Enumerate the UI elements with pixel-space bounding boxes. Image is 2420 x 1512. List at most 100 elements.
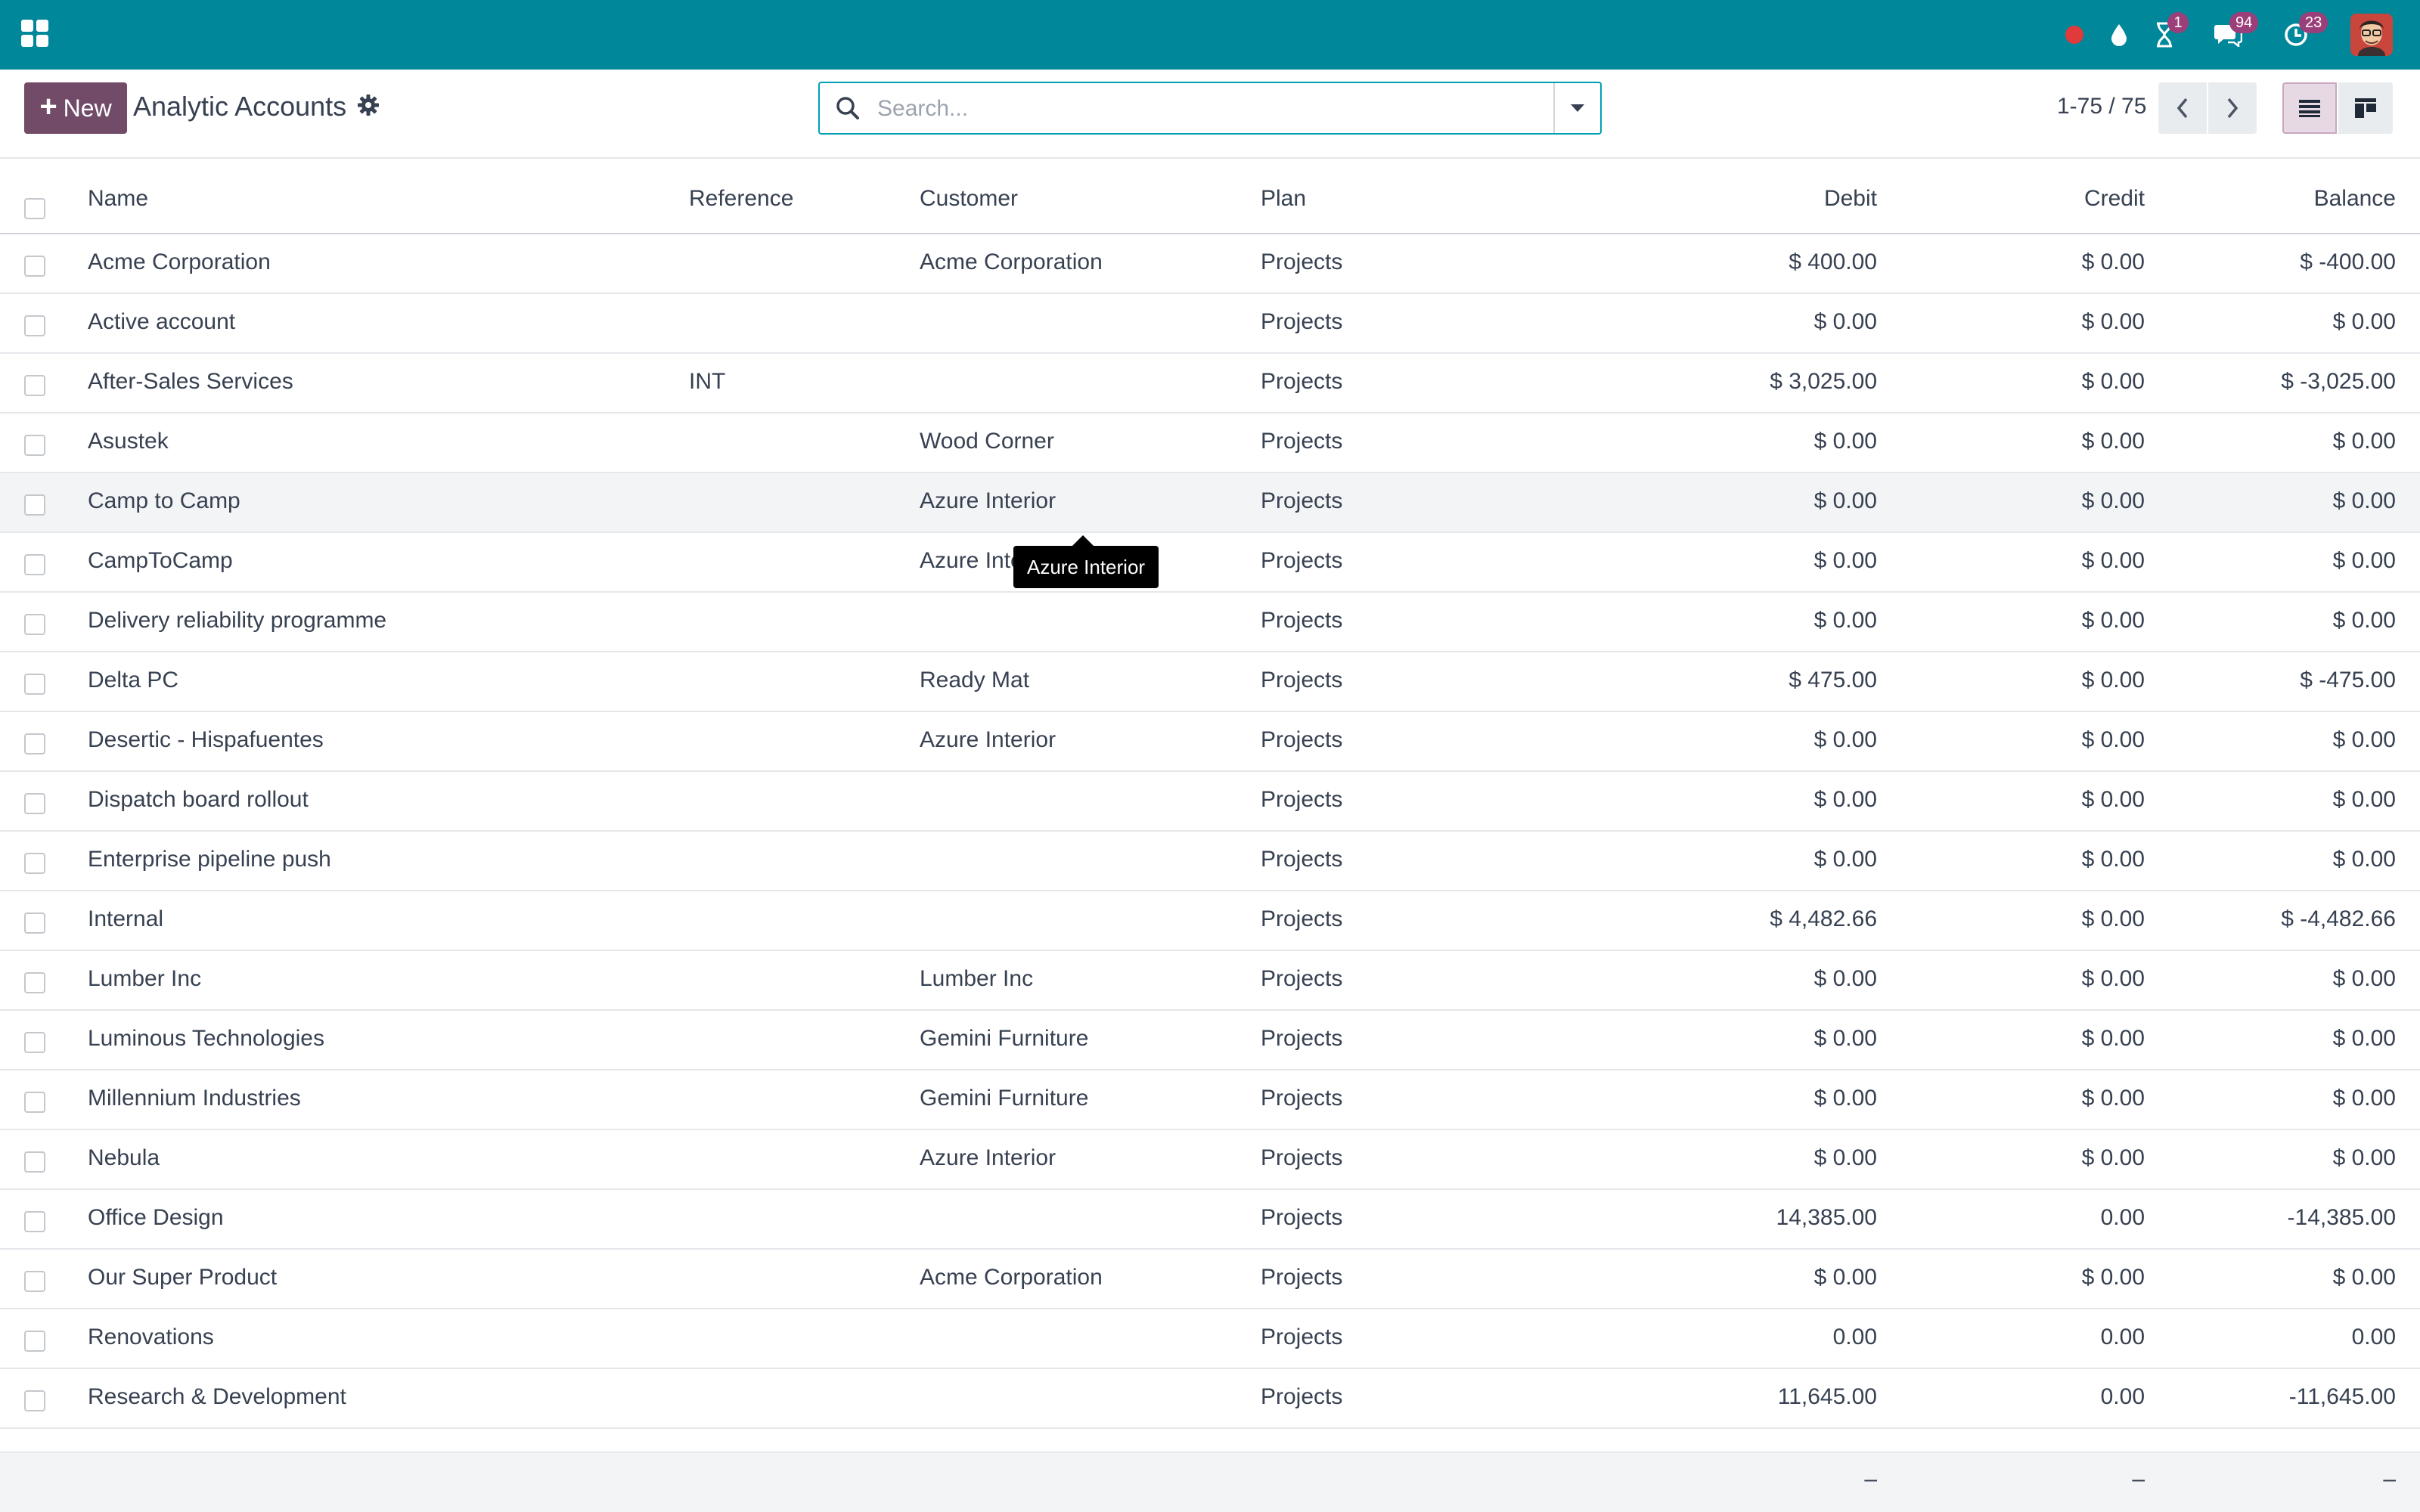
column-header-name[interactable]: Name [88, 186, 148, 212]
search-bar[interactable] [818, 82, 1602, 135]
row-debit: $ 4,482.66 [1770, 906, 1877, 931]
table-row[interactable]: Enterprise pipeline push Projects $ 0.00 $ … [0, 832, 2420, 891]
activities-button[interactable]: 1 [2149, 0, 2189, 70]
tooltip: Azure Interior [1013, 546, 1159, 588]
row-checkbox[interactable] [24, 912, 45, 934]
row-checkbox[interactable] [24, 793, 45, 814]
table-row[interactable]: Active account Projects $ 0.00 $ 0.00 $ 0.00 [0, 294, 2420, 354]
row-name: Asustek [88, 429, 169, 454]
row-checkbox[interactable] [24, 1390, 45, 1411]
pager-value[interactable]: 1-75 / 75 [2057, 94, 2146, 119]
table-row[interactable]: Acme Corporation Acme Corporation Projects… [0, 234, 2420, 294]
table-row[interactable]: Lumber Inc Lumber Inc Projects $ 0.00 $ 0.00… [0, 951, 2420, 1011]
table-row[interactable]: Renovations Projects 0.00 0.00 0.00 [0, 1309, 2420, 1369]
row-checkbox[interactable] [24, 614, 45, 635]
column-header-credit[interactable]: Credit [2084, 186, 2145, 212]
row-debit: $ 475.00 [1789, 668, 1877, 692]
row-checkbox[interactable] [24, 554, 45, 575]
search-options-toggle[interactable] [1553, 83, 1600, 133]
row-debit: $ 0.00 [1813, 1145, 1877, 1170]
column-header-balance[interactable]: Balance [2314, 186, 2396, 212]
kanban-view-icon [2355, 98, 2376, 118]
row-credit: $ 0.00 [2081, 668, 2145, 692]
table-row[interactable]: Luminous Technologies Gemini Furniture Pro… [0, 1011, 2420, 1070]
table-row[interactable]: Internal Projects $ 4,482.66 $ 0.00 $ -4,482… [0, 891, 2420, 951]
table-row[interactable]: Dispatch board rollout Projects $ 0.00 $ 0.… [0, 772, 2420, 832]
row-checkbox[interactable] [24, 1032, 45, 1053]
select-all-checkbox[interactable] [24, 198, 45, 219]
column-header-customer[interactable]: Customer [920, 186, 1018, 212]
table-row[interactable]: Delta PC Ready Mat Projects $ 475.00 $ 0.00 $… [0, 652, 2420, 712]
row-balance: -11,645.00 [2288, 1384, 2396, 1409]
row-balance: $ 0.00 [2332, 1086, 2396, 1111]
table-row[interactable]: Office Design Projects 14,385.00 0.00 -14,38… [0, 1190, 2420, 1250]
table-row[interactable]: Camp to Camp Azure Interior Projects $ 0.00… [0, 473, 2420, 533]
row-checkbox[interactable] [24, 494, 45, 516]
row-checkbox[interactable] [24, 1211, 45, 1232]
row-debit: $ 0.00 [1813, 309, 1877, 334]
row-name: Luminous Technologies [88, 1026, 324, 1051]
row-checkbox[interactable] [24, 674, 45, 695]
list-view-button[interactable] [2282, 82, 2337, 134]
row-checkbox[interactable] [24, 733, 45, 754]
row-checkbox[interactable] [24, 256, 45, 277]
row-checkbox[interactable] [24, 1092, 45, 1113]
table-row[interactable]: Millennium Industries Gemini Furniture Pro… [0, 1070, 2420, 1130]
new-button-label: New [63, 94, 112, 122]
table-row[interactable]: Nebula Azure Interior Projects $ 0.00 $ 0.00… [0, 1130, 2420, 1190]
record-icon[interactable] [2063, 0, 2086, 70]
row-credit: $ 0.00 [2081, 429, 2145, 454]
gear-icon[interactable] [357, 94, 383, 119]
table-row[interactable]: Asustek Wood Corner Projects $ 0.00 $ 0.00 $ … [0, 414, 2420, 473]
row-balance: $ 0.00 [2332, 1026, 2396, 1051]
row-credit: $ 0.00 [2081, 1026, 2145, 1051]
row-debit: $ 0.00 [1813, 488, 1877, 513]
column-header-debit[interactable]: Debit [1824, 186, 1877, 212]
row-credit: $ 0.00 [2081, 548, 2145, 573]
row-checkbox[interactable] [24, 375, 45, 396]
row-balance: $ 0.00 [2332, 309, 2396, 334]
user-avatar[interactable] [2350, 14, 2393, 56]
row-customer: Gemini Furniture [920, 1086, 1089, 1111]
row-checkbox[interactable] [24, 315, 45, 336]
row-checkbox[interactable] [24, 1331, 45, 1352]
row-plan: Projects [1261, 1086, 1343, 1111]
row-balance: $ 0.00 [2332, 787, 2396, 812]
drop-icon[interactable] [2105, 0, 2133, 70]
row-name: Active account [88, 309, 236, 334]
row-checkbox[interactable] [24, 435, 45, 456]
row-checkbox[interactable] [24, 853, 45, 874]
messages-button[interactable]: 94 [2211, 0, 2259, 70]
table-row[interactable]: Desertic - Hispafuentes Azure Interior Pro… [0, 712, 2420, 772]
column-header-reference[interactable]: Reference [689, 186, 793, 212]
table-row[interactable]: CampToCamp Azure Inte Projects $ 0.00 $ 0.00… [0, 533, 2420, 593]
pager-previous-button[interactable] [2158, 82, 2207, 134]
clock-badge: 23 [2299, 12, 2328, 33]
caret-down-icon [1571, 104, 1584, 112]
row-credit: $ 0.00 [2081, 488, 2145, 513]
table-row[interactable]: Our Super Product Acme Corporation Project… [0, 1250, 2420, 1309]
row-checkbox[interactable] [24, 972, 45, 993]
apps-menu-icon[interactable] [21, 20, 48, 47]
row-balance: $ 0.00 [2332, 1145, 2396, 1170]
row-plan: Projects [1261, 727, 1343, 752]
chevron-left-icon [2176, 98, 2188, 119]
clock-button[interactable]: 23 [2281, 0, 2328, 70]
page-title: Analytic Accounts [133, 91, 347, 122]
table-row[interactable]: Delivery reliability programme Projects $ … [0, 593, 2420, 652]
row-credit: $ 0.00 [2081, 966, 2145, 991]
table-row[interactable]: After-Sales Services INT Projects $ 3,025.0… [0, 354, 2420, 414]
new-button[interactable]: + New [24, 82, 127, 134]
row-plan: Projects [1261, 1325, 1343, 1349]
row-credit: $ 0.00 [2081, 727, 2145, 752]
row-debit: 11,645.00 [1777, 1384, 1877, 1409]
kanban-view-button[interactable] [2338, 82, 2393, 134]
search-input[interactable] [876, 89, 1559, 129]
row-customer: Azure Interior [920, 727, 1056, 752]
pager-next-button[interactable] [2208, 82, 2257, 134]
row-debit: $ 0.00 [1813, 1086, 1877, 1111]
row-checkbox[interactable] [24, 1151, 45, 1173]
row-checkbox[interactable] [24, 1271, 45, 1292]
table-row[interactable]: Research & Development Projects 11,645.00 0… [0, 1369, 2420, 1429]
column-header-plan[interactable]: Plan [1261, 186, 1306, 212]
